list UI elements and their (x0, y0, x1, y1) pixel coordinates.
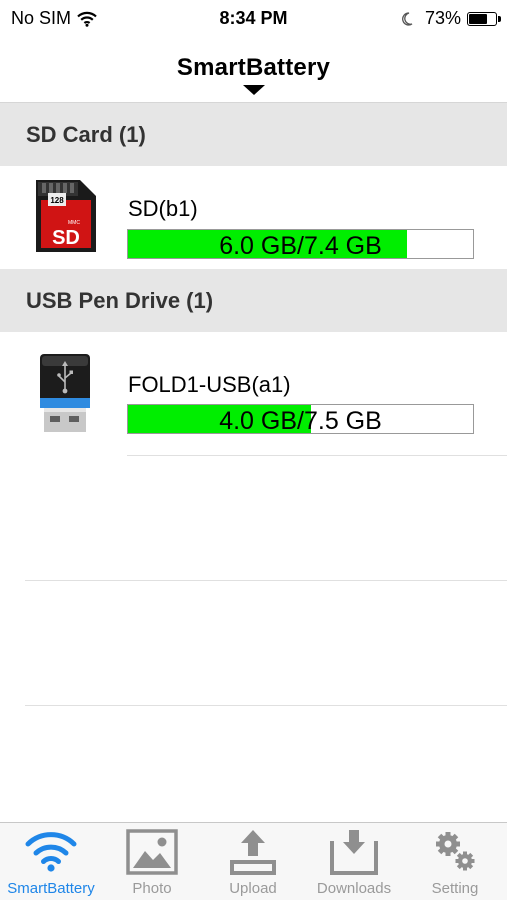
storage-usage-text: 6.0 GB/7.4 GB (219, 232, 382, 260)
section-title: USB Pen Drive (1) (26, 288, 214, 313)
storage-usage-bar: 4.0 GB/7.5 GB (127, 404, 474, 435)
sd-brand-label: MMC (68, 220, 80, 226)
gear-icon (436, 832, 475, 871)
tab-label: Downloads (316, 880, 392, 897)
battery-percent: 73% (424, 8, 461, 28)
download-icon (330, 830, 378, 875)
page-title[interactable]: SmartBattery (0, 54, 507, 82)
section-header-sd-card: SD Card (1) (0, 103, 507, 166)
section-header-usb: USB Pen Drive (1) (0, 269, 507, 332)
section-title: SD Card (1) (26, 122, 146, 147)
empty-row-separator (25, 580, 507, 581)
device-row-usb[interactable]: FOLD1-USB(a1) 4.0 GB/7.5 GB (0, 332, 507, 455)
moon-icon (402, 11, 413, 26)
device-name: SD(b1) (128, 196, 198, 221)
battery-icon (467, 11, 501, 26)
device-name: FOLD1-USB(a1) (128, 372, 291, 397)
tab-label: SmartBattery (7, 880, 95, 897)
wifi-icon (25, 832, 77, 872)
battery-group: 73% (401, 8, 501, 29)
tab-downloads[interactable]: Downloads (304, 823, 404, 901)
tab-photo[interactable]: Photo (102, 823, 202, 901)
usb-drive-icon (40, 354, 90, 432)
dropdown-caret-icon[interactable] (243, 85, 265, 95)
empty-row-separator (25, 705, 507, 706)
tab-bar: SmartBattery Photo Upload Downloads Sett… (0, 822, 507, 900)
battery-level (469, 13, 488, 24)
sd-card-icon: 128 MMC SD (36, 180, 96, 252)
row-separator (127, 455, 507, 456)
tab-label: Upload (229, 880, 277, 897)
photo-icon (126, 829, 178, 875)
tab-upload[interactable]: Upload (203, 823, 303, 901)
sd-chip-label: SD (52, 227, 80, 249)
tab-setting[interactable]: Setting (405, 823, 505, 901)
status-bar: No SIM 8:34 PM 73% (0, 0, 507, 36)
tab-label: Photo (132, 880, 172, 897)
tab-label: Setting (431, 880, 479, 897)
upload-icon (230, 830, 276, 875)
sd-capacity-label: 128 (50, 196, 64, 205)
storage-usage-bar: 6.0 GB/7.4 GB (127, 229, 474, 260)
device-row-sd[interactable]: 128 MMC SD SD(b1) 6.0 GB/7.4 GB (0, 166, 507, 268)
storage-usage-text: 4.0 GB/7.5 GB (219, 407, 382, 435)
tab-smartbattery[interactable]: SmartBattery (1, 823, 101, 901)
